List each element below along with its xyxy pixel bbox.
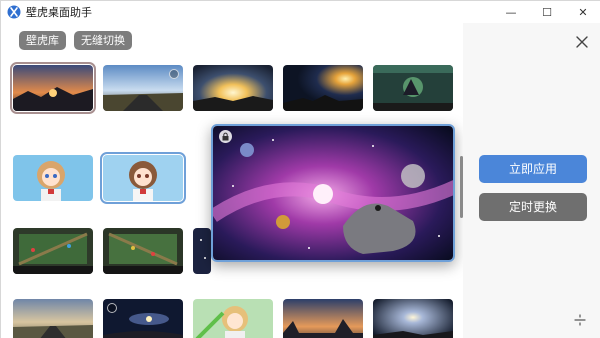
wallpaper-thumb-road-dusk[interactable]: [13, 299, 93, 338]
anime-girl-image: [13, 155, 93, 201]
wallpaper-thumb-anime-girl-3[interactable]: [193, 299, 273, 338]
road-dusk-image: [13, 299, 93, 338]
wallpaper-gallery: 壁虎库 无缝切换: [1, 23, 463, 338]
wallpaper-thumb-anime-girl-1[interactable]: [13, 155, 93, 201]
sunset-mountain-image: [13, 65, 93, 111]
app-title: 壁虎桌面助手: [26, 6, 92, 19]
cosmic-lizard-image: [213, 126, 453, 260]
wallpaper-thumb-game-battle[interactable]: [373, 65, 453, 111]
tab-seamless-switch[interactable]: 无缝切换: [74, 31, 132, 50]
anime-girl-image: [193, 299, 273, 338]
game-battle-image: [373, 65, 453, 111]
app-logo-icon: [7, 5, 21, 19]
title-bar[interactable]: 壁虎桌面助手 — ☐ ✕: [1, 1, 600, 23]
moba-map-image: [13, 228, 93, 274]
wallpaper-thumb-moba-map-1[interactable]: [13, 228, 93, 274]
wallpaper-thumb-sunburst-rays[interactable]: [193, 65, 273, 111]
wallpaper-thumb-anime-girl-2[interactable]: [100, 152, 186, 204]
action-panel: 立即应用 定时更换: [463, 23, 600, 338]
wallpaper-thumb-starry-partial[interactable]: [193, 228, 211, 274]
resize-grip-icon[interactable]: [573, 313, 587, 327]
close-window-button[interactable]: ✕: [565, 1, 600, 23]
tab-bar: 壁虎库 无缝切换: [19, 31, 132, 50]
night-burst-image: [283, 65, 363, 111]
wallpaper-thumb-road-sunrise[interactable]: [103, 65, 183, 111]
wallpaper-thumb-galaxy-planet[interactable]: [103, 299, 183, 338]
wallpaper-thumb-night-glow[interactable]: [373, 299, 453, 338]
app-window: 壁虎桌面助手 — ☐ ✕ 壁虎库 无缝切换 立即应用 定时更换: [0, 0, 600, 338]
wallpaper-thumb-desert-sunset[interactable]: [283, 299, 363, 338]
apply-now-button[interactable]: 立即应用: [479, 155, 587, 183]
wallpaper-thumb-moba-map-2[interactable]: [103, 228, 183, 274]
anime-girl-image: [103, 155, 183, 201]
timed-change-button[interactable]: 定时更换: [479, 193, 587, 221]
starry-sky-image: [193, 228, 211, 274]
status-badge: [107, 303, 117, 313]
moba-map-image: [103, 228, 183, 274]
wallpaper-preview[interactable]: [211, 124, 455, 262]
wallpaper-thumb-sunset-mountain[interactable]: [10, 62, 96, 114]
lock-icon: [219, 130, 232, 143]
night-glow-image: [373, 299, 453, 338]
minimize-button[interactable]: —: [493, 1, 529, 23]
tab-library[interactable]: 壁虎库: [19, 31, 66, 50]
status-badge: [169, 69, 179, 79]
close-icon[interactable]: [575, 35, 589, 49]
window-controls: — ☐ ✕: [493, 1, 600, 23]
desert-sunset-image: [283, 299, 363, 338]
sunburst-rays-image: [193, 65, 273, 111]
maximize-button[interactable]: ☐: [529, 1, 565, 23]
wallpaper-thumb-night-burst[interactable]: [283, 65, 363, 111]
